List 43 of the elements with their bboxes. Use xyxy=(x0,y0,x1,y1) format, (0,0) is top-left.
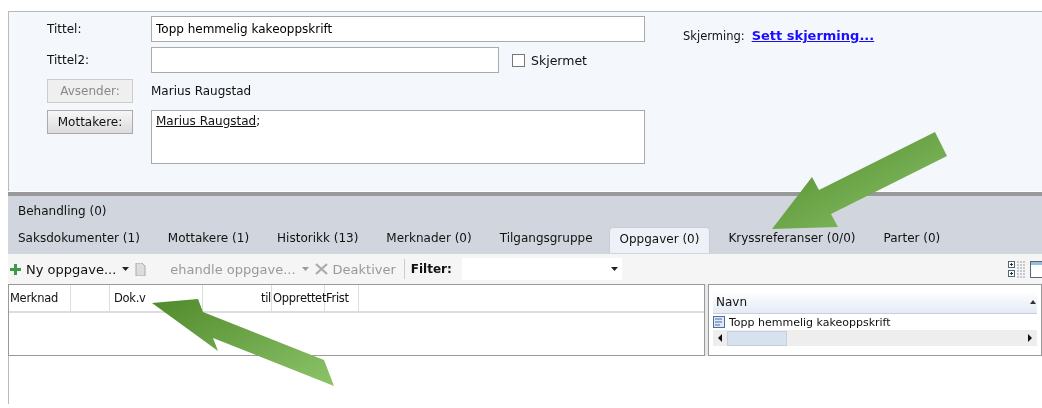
scroll-right-icon[interactable] xyxy=(1026,333,1034,343)
document-icon xyxy=(135,262,147,276)
new-task-button[interactable]: Ny oppgave... xyxy=(8,261,119,277)
tab[interactable]: Parter (0) xyxy=(883,227,951,252)
title-field[interactable]: Topp hemmelig kakeoppskrift xyxy=(151,16,645,42)
tab[interactable]: Mottakere (1) xyxy=(167,227,260,252)
tab[interactable]: Kryssreferanser (0/0) xyxy=(728,227,866,252)
cross-icon xyxy=(314,263,328,275)
checkbox[interactable] xyxy=(512,53,525,67)
title2-field[interactable] xyxy=(151,47,499,73)
recipients-field[interactable]: Marius Raugstad; xyxy=(151,110,645,164)
column-header[interactable]: Merknad xyxy=(10,291,58,305)
column-header[interactable]: til xyxy=(261,291,271,305)
tab[interactable]: Historikk (13) xyxy=(277,227,369,252)
plus-icon xyxy=(10,263,21,275)
document-icon xyxy=(713,316,727,328)
column-header[interactable]: Frist xyxy=(326,291,349,305)
screening-label: Skjerming: xyxy=(683,29,745,43)
scroll-thumb[interactable] xyxy=(727,330,787,346)
tab[interactable]: Saksdokumenter (1) xyxy=(18,227,150,252)
section-label: Behandling (0) xyxy=(18,204,108,220)
recipient-link[interactable]: Marius Raugstad xyxy=(156,114,257,128)
column-header[interactable]: Navn xyxy=(713,295,748,309)
tab[interactable]: Oppgaver (0) xyxy=(608,227,711,253)
column-header[interactable]: Dok.v xyxy=(114,291,146,305)
sender-name: Marius Raugstad xyxy=(151,84,252,98)
tab[interactable]: Tilgangsgruppe xyxy=(499,227,603,252)
filter-label: Filter: xyxy=(410,262,452,276)
horizontal-scrollbar[interactable] xyxy=(713,330,1037,346)
expand-list-icon[interactable] xyxy=(1008,260,1026,278)
tab[interactable]: Merknader (0) xyxy=(386,227,482,252)
screening-link[interactable]: Sett skjerming... xyxy=(751,28,875,43)
scroll-left-icon[interactable] xyxy=(716,333,724,343)
column-header[interactable]: Opprettet xyxy=(273,291,327,305)
field-label: Tittel: xyxy=(47,22,83,36)
field-label: Tittel2: xyxy=(47,53,91,67)
window-icon[interactable] xyxy=(1030,260,1042,278)
checkbox-label: Skjermet xyxy=(531,52,588,68)
recipients-button[interactable]: Mottakere: xyxy=(47,110,133,134)
caret-icon[interactable] xyxy=(610,267,618,271)
caret-icon[interactable] xyxy=(122,267,130,271)
separator-text: ; xyxy=(256,114,261,128)
document-name[interactable]: Topp hemmelig kakeoppskrift xyxy=(729,315,891,329)
